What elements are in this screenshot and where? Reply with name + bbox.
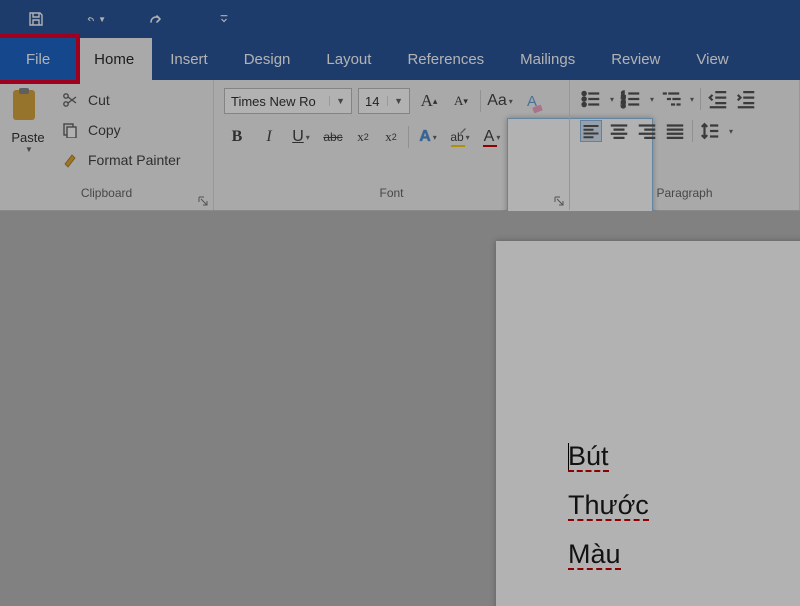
chevron-down-icon[interactable]: ▼: [329, 96, 345, 106]
group-paragraph: ▾ 123 ▾ ▾: [570, 80, 800, 210]
italic-button[interactable]: I: [256, 124, 282, 150]
tab-design[interactable]: Design: [226, 38, 309, 80]
align-center-button[interactable]: [608, 120, 630, 142]
group-clipboard: Paste ▼ Cut Copy: [0, 80, 214, 210]
tab-mailings[interactable]: Mailings: [502, 38, 593, 80]
text-effects-button[interactable]: A▾: [415, 124, 441, 150]
underline-button[interactable]: U▾: [288, 124, 314, 150]
group-font-label: Font: [214, 186, 569, 206]
text-line[interactable]: Màu: [568, 539, 800, 570]
font-name-value: Times New Ro: [231, 94, 316, 109]
group-font: Times New Ro ▼ 14 ▼ A▴ A▾ Aa▾ A: [214, 80, 570, 210]
paste-button[interactable]: Paste ▼: [0, 80, 56, 186]
brush-icon: [60, 150, 80, 170]
align-right-button[interactable]: [636, 120, 658, 142]
save-icon[interactable]: [26, 9, 46, 29]
chevron-down-icon[interactable]: ▾: [690, 95, 694, 104]
numbering-button[interactable]: 123: [620, 88, 642, 110]
text-line[interactable]: Thước: [568, 490, 800, 521]
format-painter-label: Format Painter: [88, 152, 181, 168]
superscript-button[interactable]: x2: [380, 124, 402, 150]
justify-button[interactable]: [664, 120, 686, 142]
font-name-combo[interactable]: Times New Ro ▼: [224, 88, 352, 114]
svg-text:3: 3: [621, 102, 625, 109]
text-line[interactable]: Bút: [568, 441, 800, 472]
scissors-icon: [60, 90, 80, 110]
chevron-down-icon[interactable]: ▼: [25, 145, 33, 154]
tab-insert[interactable]: Insert: [152, 38, 226, 80]
tab-home[interactable]: Home: [76, 38, 152, 80]
grow-font-button[interactable]: A▴: [416, 88, 442, 114]
font-size-combo[interactable]: 14 ▼: [358, 88, 410, 114]
chevron-down-icon[interactable]: ▾: [729, 127, 733, 136]
line-spacing-button[interactable]: [699, 120, 721, 142]
qat-customize-icon[interactable]: [214, 9, 234, 29]
copy-button[interactable]: Copy: [60, 118, 209, 142]
tab-review[interactable]: Review: [593, 38, 678, 80]
highlight-button[interactable]: ab ▾: [447, 124, 473, 150]
clear-formatting-button[interactable]: A: [519, 88, 545, 114]
clipboard-launcher[interactable]: [197, 194, 209, 206]
bold-button[interactable]: B: [224, 124, 250, 150]
multilevel-list-button[interactable]: [660, 88, 682, 110]
quick-access-toolbar: ▼: [0, 0, 800, 38]
group-paragraph-label: Paragraph: [570, 186, 799, 206]
change-case-button[interactable]: Aa▾: [487, 88, 513, 114]
tab-file[interactable]: File: [0, 38, 76, 80]
document-area: Bút Thước Màu: [0, 211, 800, 606]
chevron-down-icon[interactable]: ▾: [610, 95, 614, 104]
tab-references[interactable]: References: [389, 38, 502, 80]
format-painter-button[interactable]: Format Painter: [60, 148, 209, 172]
group-clipboard-label: Clipboard: [0, 186, 213, 206]
font-launcher[interactable]: [553, 194, 565, 206]
subscript-button[interactable]: x2: [352, 124, 374, 150]
redo-icon[interactable]: [146, 9, 166, 29]
chevron-down-icon[interactable]: ▼: [387, 96, 403, 106]
tab-view[interactable]: View: [678, 38, 746, 80]
tab-layout[interactable]: Layout: [308, 38, 389, 80]
paste-icon: [11, 88, 45, 126]
shrink-font-button[interactable]: A▾: [448, 88, 474, 114]
paste-label: Paste: [11, 130, 44, 145]
strikethrough-button[interactable]: abc: [320, 124, 346, 150]
cut-label: Cut: [88, 92, 110, 108]
document-page[interactable]: Bút Thước Màu: [496, 241, 800, 606]
cut-button[interactable]: Cut: [60, 88, 209, 112]
bullets-button[interactable]: [580, 88, 602, 110]
increase-indent-button[interactable]: [735, 88, 757, 110]
align-left-button[interactable]: [580, 120, 602, 142]
ribbon: Paste ▼ Cut Copy: [0, 80, 800, 211]
decrease-indent-button[interactable]: [707, 88, 729, 110]
ribbon-tabs: File Home Insert Design Layout Reference…: [0, 38, 800, 80]
font-size-value: 14: [365, 94, 379, 109]
font-color-button[interactable]: A ▾: [479, 124, 505, 150]
undo-icon[interactable]: ▼: [86, 9, 106, 29]
chevron-down-icon[interactable]: ▾: [650, 95, 654, 104]
copy-label: Copy: [88, 122, 121, 138]
copy-icon: [60, 120, 80, 140]
